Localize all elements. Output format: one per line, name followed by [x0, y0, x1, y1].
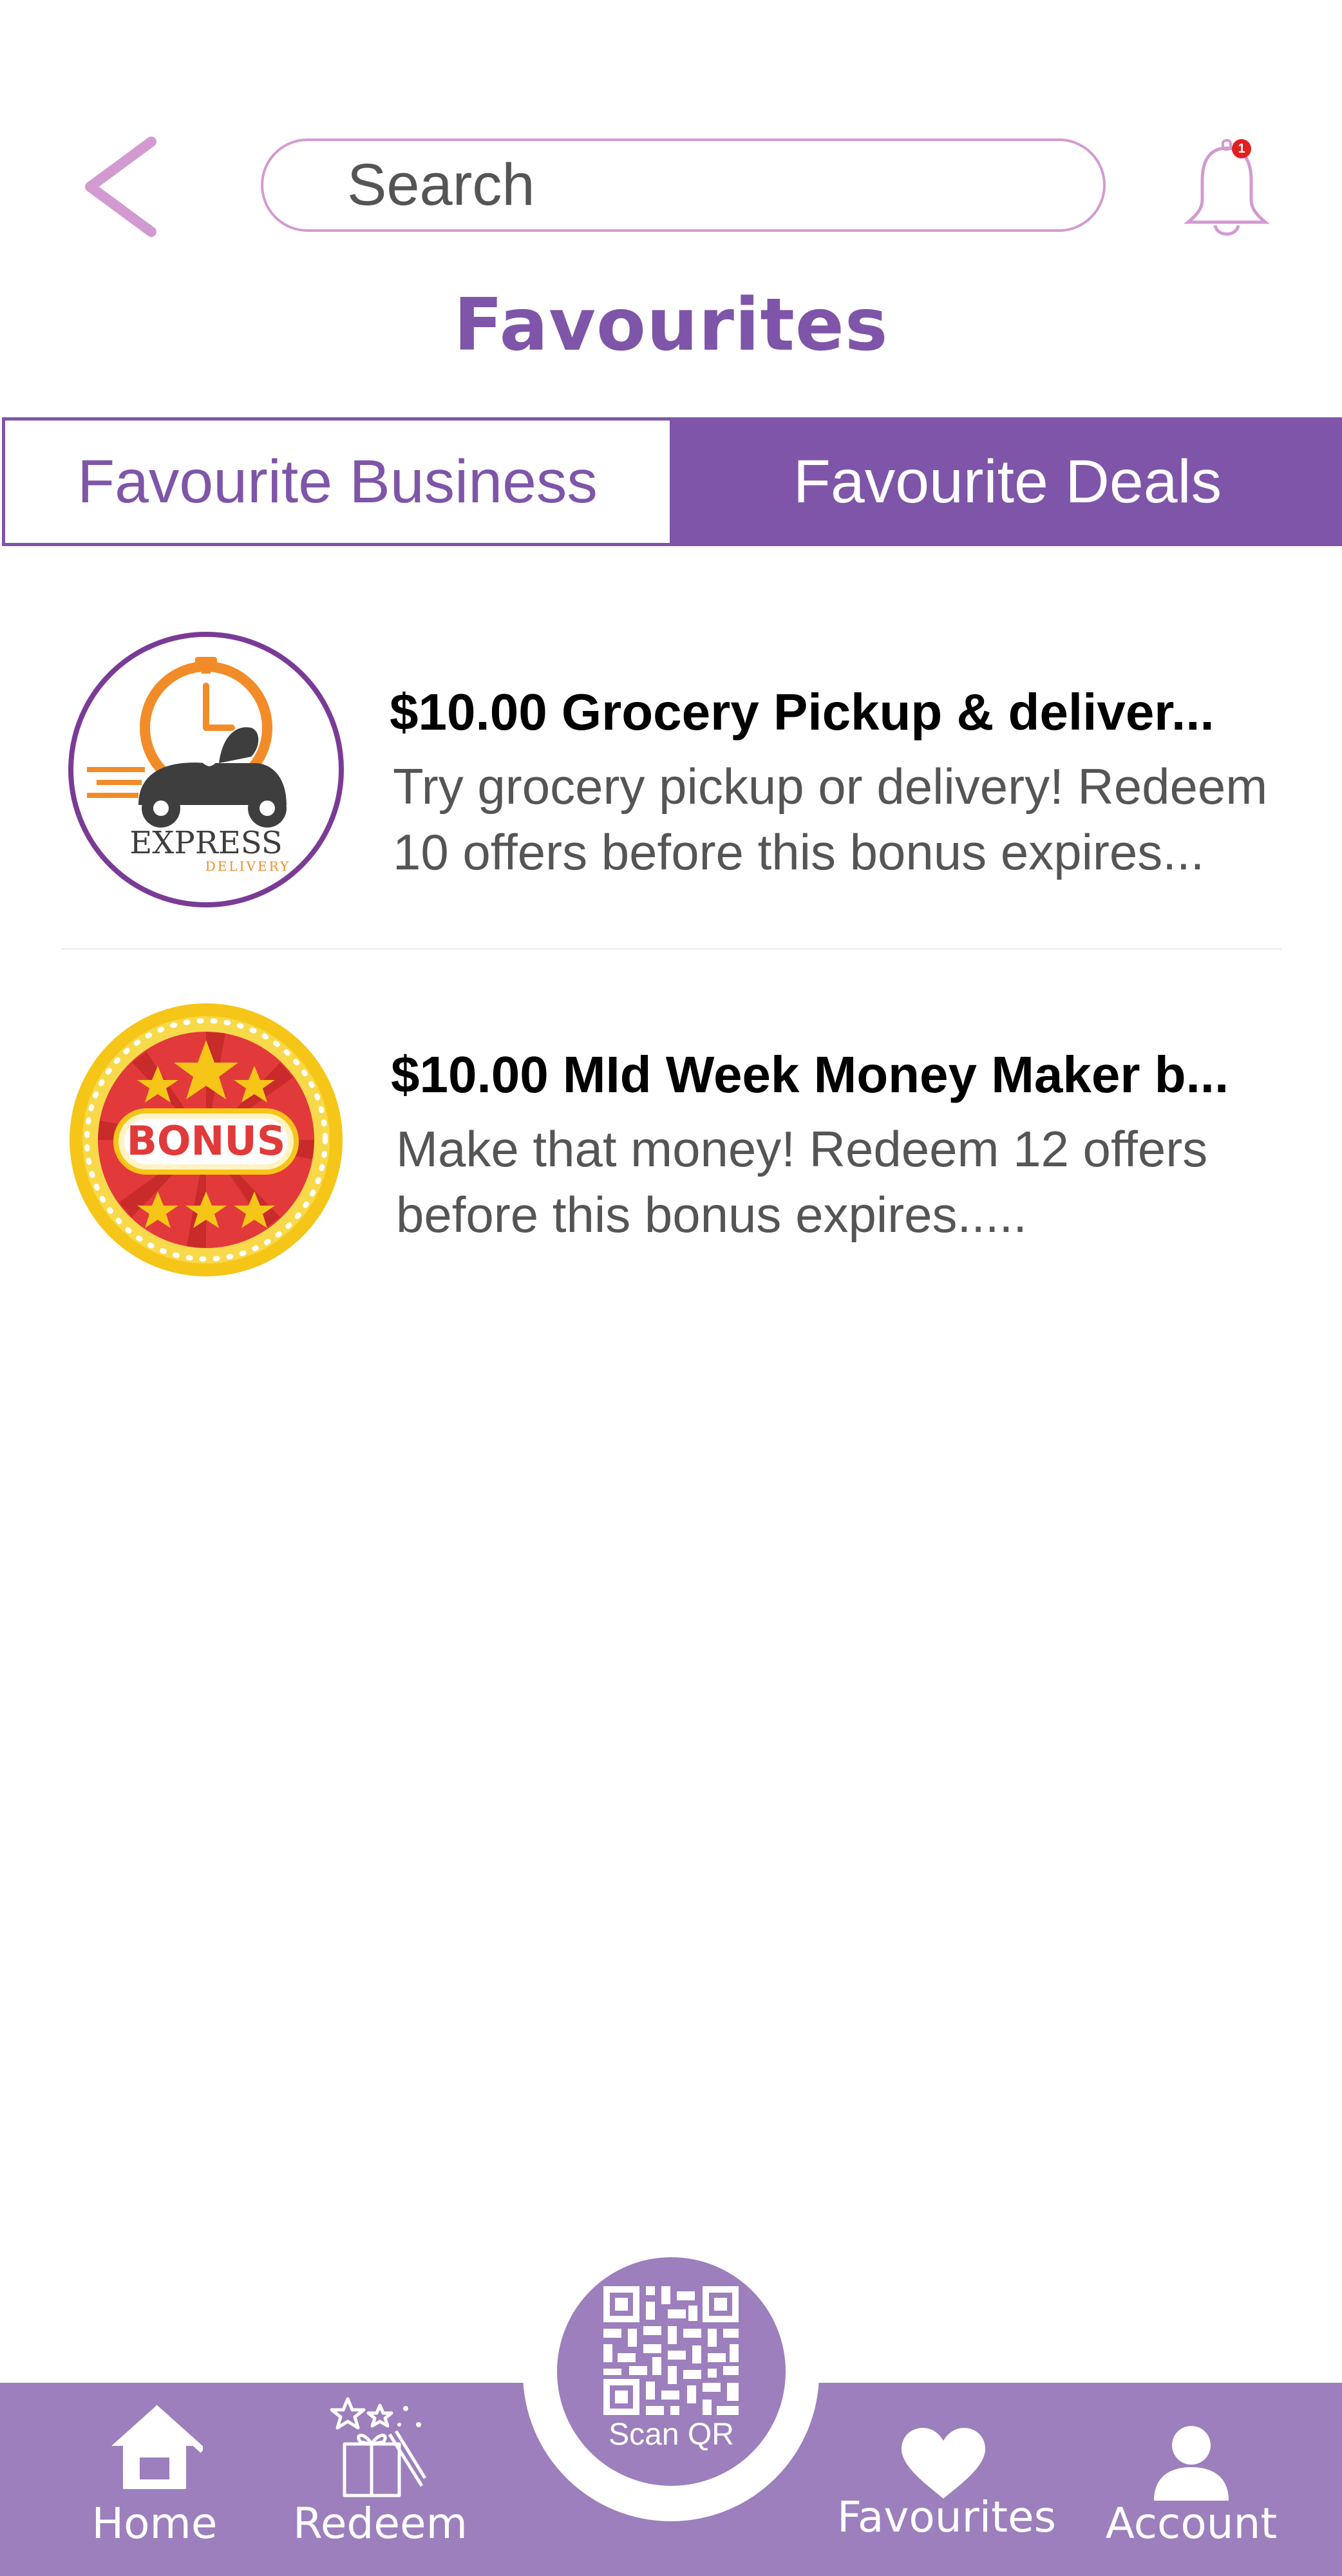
list-item[interactable]: EXPRESS DELIVERY $10.00 Grocery Pickup &… — [61, 631, 1281, 907]
search-bar[interactable] — [261, 138, 1106, 232]
tab-favourite-deals[interactable]: Favourite Deals — [673, 417, 1342, 546]
logo-text: EXPRESS — [129, 825, 283, 861]
logo-text: BONUS — [127, 1117, 286, 1164]
tab-favourite-business[interactable]: Favourite Business — [2, 417, 673, 546]
deal-description: Make that money! Redeem 12 offers before… — [396, 1121, 1208, 1243]
tab-label: Favourite Deals — [793, 447, 1222, 516]
nav-redeem[interactable]: Redeem — [293, 2397, 468, 2570]
home-icon — [111, 2405, 203, 2489]
bell-icon — [1184, 139, 1270, 236]
search-input[interactable] — [347, 153, 1055, 217]
nav-home[interactable]: Home — [84, 2402, 225, 2570]
scan-qr-label: Scan QR — [609, 2418, 734, 2452]
qr-code-icon — [603, 2286, 739, 2415]
deal-title: $10.00 MId Week Money Maker b... — [391, 1046, 1229, 1103]
heart-icon — [902, 2428, 985, 2499]
nav-favourites[interactable]: Favourites — [837, 2402, 1056, 2570]
back-arrow-icon[interactable] — [74, 132, 164, 242]
bonus-badge-logo: BONUS — [70, 1003, 343, 1276]
list-divider — [61, 948, 1281, 950]
page-title: Favourites — [453, 283, 889, 367]
logo-subtext: DELIVERY — [205, 858, 291, 874]
nav-account[interactable]: Account — [1101, 2402, 1281, 2570]
notification-count: 1 — [1238, 141, 1245, 156]
notifications-button[interactable]: 1 — [1182, 135, 1272, 238]
gift-magic-icon — [330, 2397, 427, 2497]
notification-badge: 1 — [1232, 139, 1251, 158]
scan-qr-button[interactable]: Scan QR — [557, 2257, 786, 2486]
user-icon — [1154, 2426, 1229, 2501]
list-item[interactable]: BONUS $10.00 MId Week Money Maker b... M… — [61, 1001, 1281, 1276]
nav-favourites-label: Favourites — [837, 2492, 1056, 2542]
nav-redeem-label: Redeem — [293, 2499, 468, 2548]
deal-title: $10.00 Grocery Pickup & deliver... — [390, 683, 1214, 741]
tab-label: Favourite Business — [77, 447, 598, 516]
express-delivery-logo: EXPRESS DELIVERY — [68, 632, 344, 907]
deal-description: Try grocery pickup or delivery! Redeem 1… — [393, 758, 1268, 880]
nav-account-label: Account — [1105, 2499, 1278, 2548]
nav-home-label: Home — [91, 2499, 218, 2548]
